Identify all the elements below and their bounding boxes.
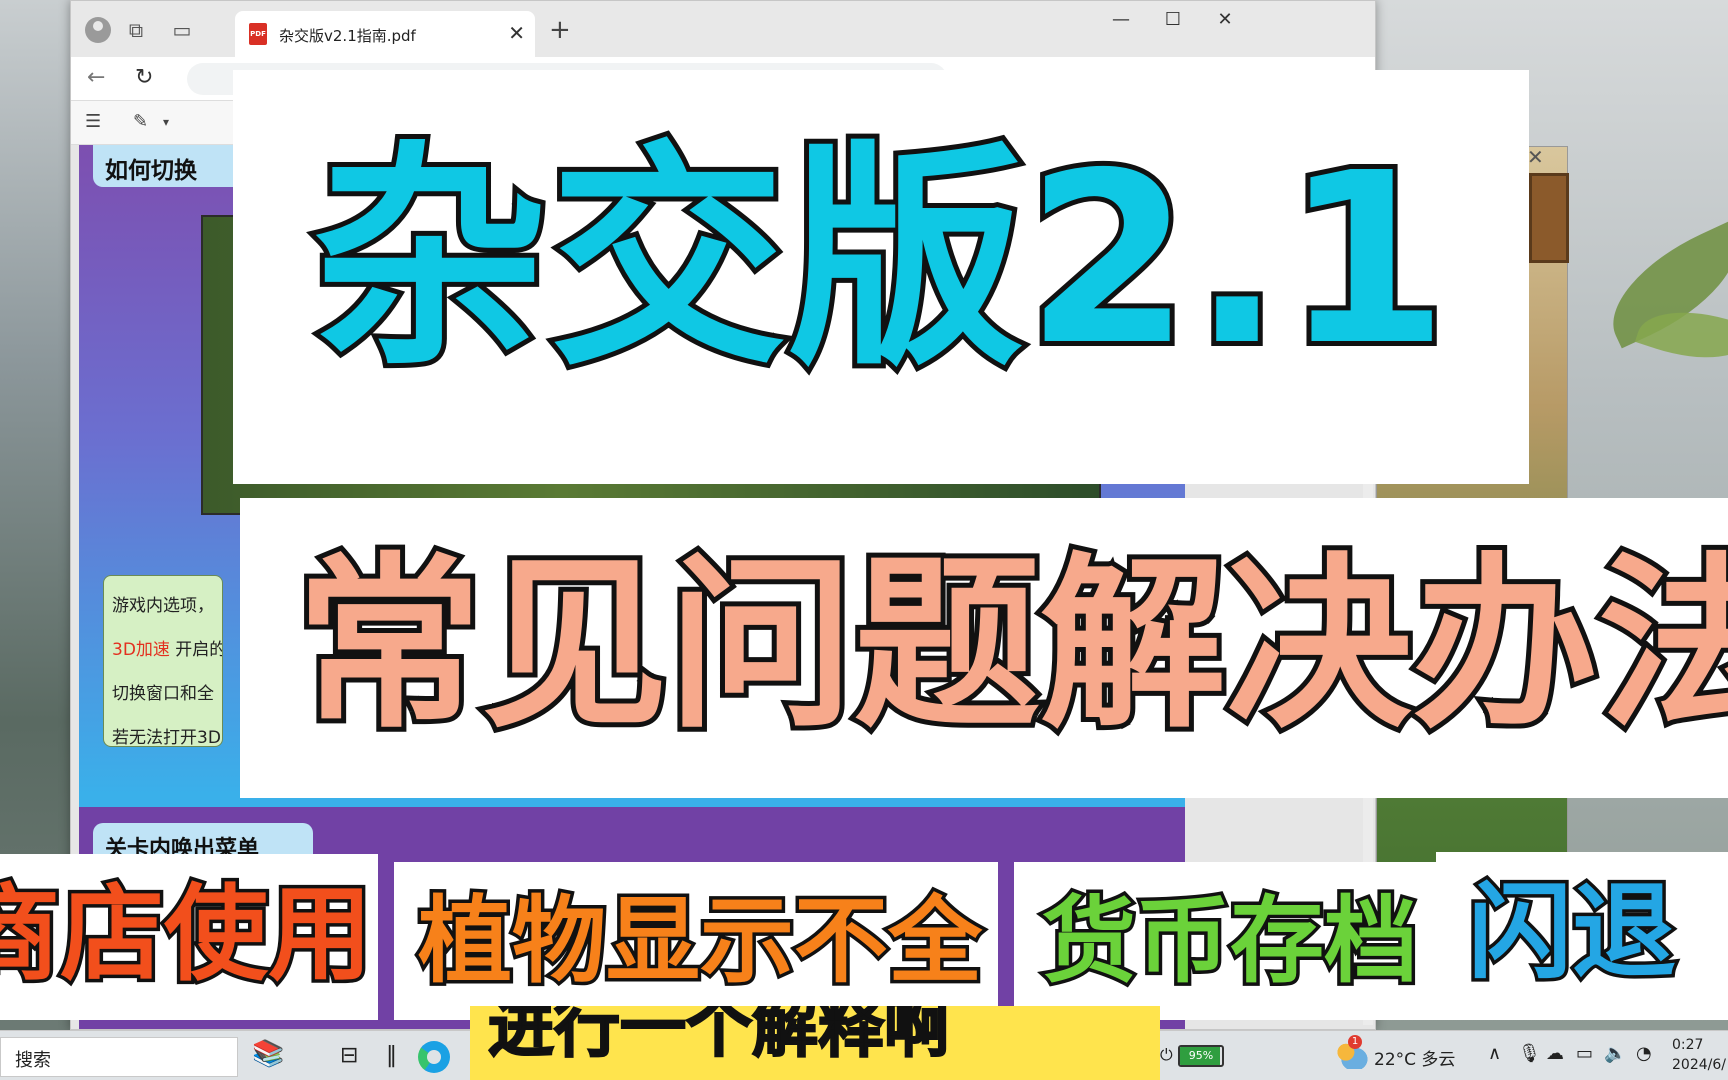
maximize-button[interactable]: ☐ bbox=[1153, 9, 1193, 30]
game-menu-panel[interactable] bbox=[1529, 173, 1569, 263]
chevron-up-icon[interactable]: ∧ bbox=[1488, 1043, 1501, 1064]
tab-close-icon[interactable]: ✕ bbox=[508, 21, 525, 45]
subtitle: 常见问题解决办法 bbox=[291, 531, 1728, 758]
pdf-file-icon: PDF bbox=[249, 23, 267, 45]
power-plug-icon[interactable]: ⏻ bbox=[1160, 1045, 1173, 1065]
caption-text: 进行一个解释啊 bbox=[487, 1006, 951, 1067]
task-view-icon[interactable]: ⊟ bbox=[340, 1043, 358, 1068]
battery-tray-icon[interactable]: ▭ bbox=[1576, 1043, 1593, 1064]
battery-percent: 95% bbox=[1188, 1049, 1214, 1062]
info-line: 若无法打开3D bbox=[112, 728, 221, 747]
topic-chip-shop: 商店使用 bbox=[0, 854, 378, 1020]
refresh-icon[interactable]: ↻ bbox=[135, 65, 153, 90]
game-close-icon[interactable]: ✕ bbox=[1527, 145, 1544, 169]
speaker-icon[interactable]: 🔈 bbox=[1604, 1043, 1626, 1064]
info-line: 3D加速 开启的 bbox=[112, 640, 223, 660]
main-title: 杂交版2.1 bbox=[307, 117, 1453, 402]
microphone-icon[interactable]: 🎙 bbox=[1518, 1043, 1541, 1064]
profile-avatar-icon[interactable] bbox=[85, 17, 111, 43]
subtitle-banner: 常见问题解决办法 bbox=[240, 498, 1728, 798]
divider-icon: ‖ bbox=[386, 1043, 397, 1068]
info-note-box: 游戏内选项， 3D加速 开启的 切换窗口和全 若无法打开3D bbox=[103, 575, 223, 747]
info-line: 游戏内选项， bbox=[112, 596, 214, 616]
info-line: 切换窗口和全 bbox=[112, 684, 214, 704]
highlight-pen-icon[interactable]: ✎ bbox=[133, 111, 148, 132]
weather-alert-badge: 1 bbox=[1348, 1035, 1362, 1049]
system-clock[interactable]: 0:27 2024/6/ bbox=[1672, 1035, 1726, 1075]
info-highlight: 3D加速 bbox=[112, 640, 170, 660]
clock-date: 2024/6/ bbox=[1672, 1057, 1726, 1073]
topic-chip-currency: 货币存档 bbox=[1014, 862, 1436, 1020]
onedrive-cloud-icon[interactable]: ☁ bbox=[1546, 1043, 1564, 1064]
tab-bar: ⧉ ▭ PDF 杂交版v2.1指南.pdf ✕ + — ☐ ✕ bbox=[71, 1, 1375, 57]
wifi-icon[interactable]: ◔ bbox=[1636, 1043, 1652, 1064]
taskbar-search-input[interactable]: 搜索 bbox=[0, 1037, 238, 1077]
topic-label: 闪退 bbox=[1464, 868, 1679, 997]
tab-actions-icon[interactable]: ▭ bbox=[169, 17, 195, 43]
new-tab-button[interactable]: + bbox=[549, 15, 571, 45]
back-arrow-icon[interactable]: ← bbox=[87, 65, 105, 90]
collections-icon[interactable]: ⧉ bbox=[123, 17, 149, 43]
weather-text[interactable]: 22°C 多云 bbox=[1374, 1045, 1455, 1070]
window-close-button[interactable]: ✕ bbox=[1205, 9, 1245, 30]
tab-title: 杂交版v2.1指南.pdf bbox=[279, 27, 416, 45]
table-of-contents-icon[interactable]: ☰ bbox=[85, 111, 101, 132]
topic-label: 货币存档 bbox=[1038, 884, 1421, 1000]
title-banner: 杂交版2.1 bbox=[233, 70, 1529, 484]
subtitle-caption: 进行一个解释啊 bbox=[470, 1006, 1160, 1080]
battery-indicator[interactable]: 95% bbox=[1178, 1045, 1224, 1067]
chevron-down-icon[interactable]: ▾ bbox=[163, 115, 169, 129]
topic-label: 植物显示不全 bbox=[414, 884, 985, 1000]
topic-chip-crash: 闪退 bbox=[1436, 852, 1728, 1020]
edge-browser-icon[interactable] bbox=[418, 1041, 450, 1073]
clock-time: 0:27 bbox=[1672, 1037, 1704, 1053]
tab-pdf-guide[interactable]: PDF 杂交版v2.1指南.pdf ✕ bbox=[235, 11, 535, 57]
topic-label: 商店使用 bbox=[0, 870, 376, 999]
topic-chip-plants: 植物显示不全 bbox=[394, 862, 998, 1020]
books-app-icon[interactable]: 📚 bbox=[252, 1039, 284, 1069]
minimize-button[interactable]: — bbox=[1101, 9, 1141, 30]
